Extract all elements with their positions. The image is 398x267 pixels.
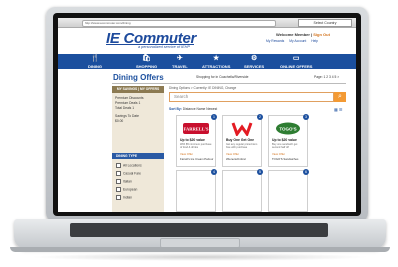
- laptop-screen: http://www.iecommuter.com/dining Select …: [58, 18, 356, 212]
- savings-value: $0.00: [115, 119, 124, 123]
- my-rewards-link[interactable]: My Rewards: [266, 39, 284, 43]
- togos-logo: TOGO'S: [276, 122, 300, 135]
- checkbox-icon[interactable]: [116, 163, 121, 168]
- welcome-text: Welcome Member: [276, 32, 310, 37]
- nav-item-online-offers[interactable]: ▭ ONLINE OFFERS: [280, 55, 312, 69]
- nav-item-attractions[interactable]: ★ ATTRACTIONS: [202, 55, 230, 69]
- sort-label: Sort By:: [169, 107, 182, 111]
- offer-card[interactable]: 3 TOGO'S Up to $20 value Buy one sandwic…: [268, 114, 309, 167]
- offer-description: Get any regular priced item free with pu…: [226, 143, 258, 150]
- offer-description: With $5 minimum purchase of food & drink…: [180, 143, 212, 150]
- view-toggle[interactable]: ▦ ☰: [334, 107, 343, 112]
- services-icon: ⚙: [250, 55, 258, 62]
- laptop-base-front: [10, 247, 390, 252]
- nav-label: DINING: [88, 64, 102, 69]
- welcome-message: Welcome Member | Sign Out: [276, 32, 330, 37]
- svg-text:FARRELL'S: FARRELL'S: [184, 127, 209, 132]
- sidebar-line: Total Deals 1: [115, 106, 135, 110]
- filter-option[interactable]: Casual Fare: [116, 171, 141, 176]
- offer-title: Up to $20 value: [180, 138, 205, 142]
- nav-label: ONLINE OFFERS: [280, 64, 313, 69]
- site-tagline: a personalized service of IEHP: [138, 45, 190, 49]
- offer-card[interactable]: 5: [222, 169, 263, 212]
- pagination[interactable]: Page: 1 2 3 4 5 >: [314, 75, 339, 79]
- fork-knife-icon: 🍴: [90, 55, 100, 62]
- sort-options[interactable]: Distance Name Newest: [183, 107, 217, 111]
- offer-title: Up to $20 value: [272, 138, 297, 142]
- search-button[interactable]: ⌕: [334, 92, 346, 102]
- laptop-shadow: [30, 253, 370, 261]
- offer-card[interactable]: 4: [176, 169, 217, 212]
- shopping-bag-icon: 🛍: [142, 55, 151, 62]
- merchant-name: Farrell's Ice Cream Parlour: [180, 157, 214, 161]
- filter-option[interactable]: All Locations: [116, 163, 142, 168]
- breadcrumb: Dining Options > Currently: IE DINING, C…: [169, 86, 237, 90]
- laptop-keyboard: [70, 223, 328, 237]
- help-link[interactable]: Help: [311, 39, 318, 43]
- card-number-badge: 2: [257, 114, 263, 120]
- search-input[interactable]: Search: [169, 92, 334, 102]
- checkbox-icon[interactable]: [116, 195, 121, 200]
- checkbox-icon[interactable]: [116, 187, 121, 192]
- title-divider: [112, 83, 346, 84]
- offer-title: Buy One Get One: [226, 138, 255, 142]
- merchant-name: TOGO'S Sandwiches: [272, 157, 299, 161]
- offer-description: Buy one sandwich get second half off: [272, 143, 298, 150]
- nav-label: ATTRACTIONS: [202, 64, 231, 69]
- checkbox-icon[interactable]: [116, 179, 121, 184]
- offer-card[interactable]: 1 FARRELL'S Up to $20 value With $5 mini…: [176, 114, 217, 167]
- list-view-icon[interactable]: ☰: [339, 107, 343, 112]
- svg-text:TOGO'S: TOGO'S: [279, 126, 296, 131]
- nav-item-travel[interactable]: ✈ TRAVEL: [172, 55, 188, 69]
- airplane-icon: ✈: [176, 55, 183, 62]
- address-bar[interactable]: http://www.iecommuter.com/dining: [82, 20, 276, 27]
- checkbox-icon[interactable]: [116, 171, 121, 176]
- filter-option[interactable]: Italian: [116, 179, 132, 184]
- country-select[interactable]: Select Country: [298, 19, 352, 27]
- wienerschnitzel-logo: [231, 122, 253, 136]
- dining-type-header: DINING TYPE: [112, 153, 164, 159]
- shopping-location: Shopping for in Coachella/Riverside: [196, 75, 249, 79]
- card-number-badge: 4: [211, 169, 217, 175]
- filter-option[interactable]: European: [116, 187, 137, 192]
- offer-card[interactable]: 6: [268, 169, 309, 212]
- farrells-logo: FARRELL'S: [183, 123, 209, 134]
- sort-bar: Sort By: Distance Name Newest: [169, 107, 346, 113]
- sidebar-line: Premium Discounts: [115, 96, 144, 100]
- card-number-badge: 3: [303, 114, 309, 120]
- sidebar-line: Premium Deals 1: [115, 101, 141, 105]
- my-account-link[interactable]: My Account: [289, 39, 306, 43]
- nav-label: TRAVEL: [172, 64, 188, 69]
- search-icon: ⌕: [338, 93, 342, 100]
- grid-view-icon[interactable]: ▦: [334, 107, 338, 112]
- nav-item-dining[interactable]: 🍴 DINING: [88, 55, 102, 69]
- nav-item-services[interactable]: ⚙ SERVICES: [244, 55, 264, 69]
- merchant-name: Wienerschnitzel: [226, 157, 246, 161]
- ticket-icon: ★: [213, 55, 220, 62]
- page-title: Dining Offers: [113, 73, 164, 82]
- main-nav: 🍴 DINING 🛍 SHOPPING ✈ TRAVEL ★ ATTRACTIO…: [58, 54, 356, 69]
- browser-toolbar: http://www.iecommuter.com/dining Select …: [58, 18, 356, 33]
- sidebar: MY SAVINGS | MY OFFERS Premium Discounts…: [112, 86, 164, 212]
- sign-out-link[interactable]: Sign Out: [313, 32, 330, 37]
- savings-label: Savings To Date: [115, 114, 139, 118]
- view-offer-link[interactable]: View Offer: [272, 152, 285, 156]
- filter-option[interactable]: Indian: [116, 195, 132, 200]
- offer-card[interactable]: 2 Buy One Get One Get any regular priced…: [222, 114, 263, 167]
- monitor-icon: ▭: [292, 55, 300, 62]
- view-offer-link[interactable]: View Offer: [226, 152, 239, 156]
- card-number-badge: 5: [257, 169, 263, 175]
- view-offer-link[interactable]: View Offer: [180, 152, 193, 156]
- card-number-badge: 1: [211, 114, 217, 120]
- sidebar-tabs[interactable]: MY SAVINGS | MY OFFERS: [112, 86, 164, 93]
- account-links: My Rewards My Account Help: [266, 39, 322, 43]
- card-number-badge: 6: [303, 169, 309, 175]
- nav-item-shopping[interactable]: 🛍 SHOPPING: [136, 55, 157, 69]
- nav-label: SHOPPING: [136, 64, 158, 69]
- nav-label: SERVICES: [244, 64, 265, 69]
